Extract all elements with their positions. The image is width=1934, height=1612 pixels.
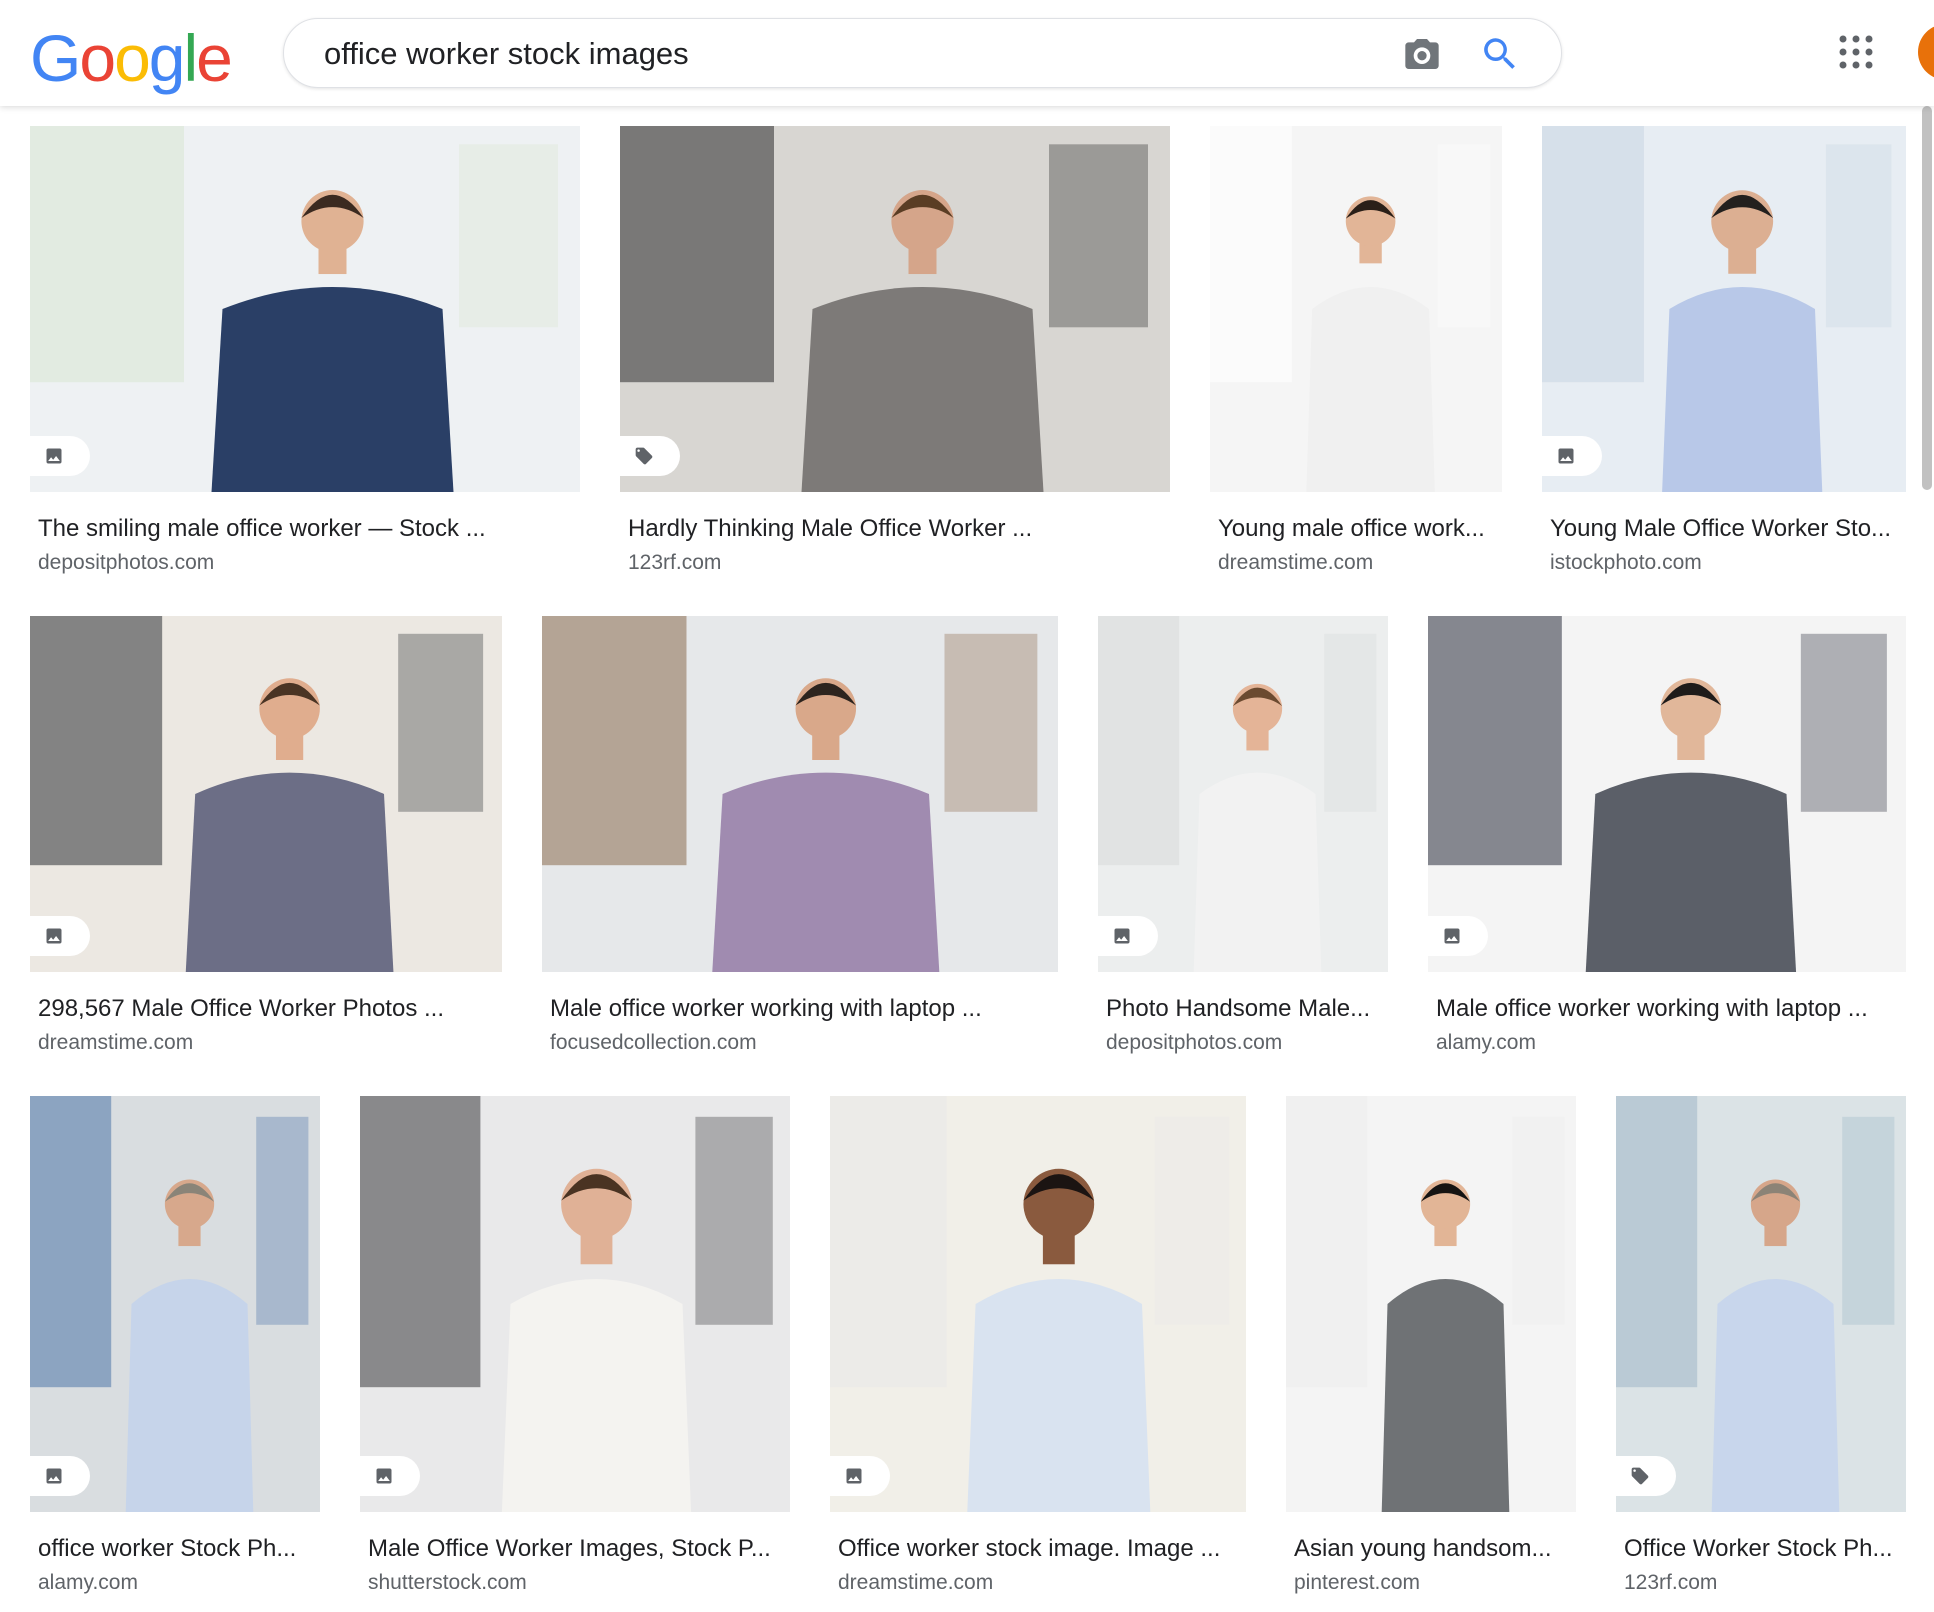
search-box [283,18,1562,88]
image-result[interactable]: Office Worker Stock Ph... 123rf.com [1616,1096,1906,1612]
image-result[interactable]: Asian young handsom... pinterest.com [1286,1096,1576,1612]
logo-letter: g [148,21,186,95]
tag-icon [620,436,680,476]
result-domain[interactable]: dreamstime.com [38,1030,193,1056]
result-title[interactable]: The smiling male office worker — Stock .… [38,514,580,544]
result-domain[interactable]: istockphoto.com [1550,550,1702,576]
image-result[interactable]: The smiling male office worker — Stock .… [30,126,580,616]
result-domain[interactable]: alamy.com [38,1570,138,1596]
result-title[interactable]: Young Male Office Worker Sto... [1550,514,1906,544]
result-thumbnail[interactable] [620,126,1170,492]
result-title[interactable]: Photo Handsome Male... [1106,994,1388,1024]
result-title[interactable]: Male office worker working with laptop .… [1436,994,1906,1024]
image-result[interactable]: 298,567 Male Office Worker Photos ... dre… [30,616,502,1096]
result-domain[interactable]: alamy.com [1436,1030,1536,1056]
result-thumbnail[interactable] [30,1096,320,1512]
result-thumbnail[interactable] [830,1096,1246,1512]
result-title[interactable]: Hardly Thinking Male Office Worker ... [628,514,1170,544]
search-input[interactable] [324,33,1324,75]
logo-letter: o [114,21,151,95]
image-result[interactable]: Male Office Worker Images, Stock P... shu… [360,1096,790,1612]
image-icon [1098,916,1158,956]
image-icon [30,1456,90,1496]
logo-letter: o [79,21,116,95]
result-domain[interactable]: 123rf.com [1624,1570,1717,1596]
image-result[interactable]: Male office worker working with laptop .… [542,616,1058,1096]
result-thumbnail[interactable] [1616,1096,1906,1512]
result-domain[interactable]: dreamstime.com [838,1570,993,1596]
result-thumbnail[interactable] [1286,1096,1576,1512]
result-title[interactable]: Male Office Worker Images, Stock P... [368,1534,790,1564]
avatar[interactable] [1918,24,1934,80]
logo-letter: G [30,21,81,95]
image-icon [360,1456,420,1496]
image-icon [30,916,90,956]
logo-letter: l [183,21,199,95]
result-domain[interactable]: shutterstock.com [368,1570,527,1596]
image-icon [1542,436,1602,476]
logo-letter: e [196,21,233,95]
search-icon[interactable] [1479,33,1521,75]
result-thumbnail[interactable] [1428,616,1906,972]
result-title[interactable]: Office worker stock image. Image ... [838,1534,1246,1564]
result-title[interactable]: Male office worker working with laptop .… [550,994,1058,1024]
result-thumbnail[interactable] [1542,126,1906,492]
image-result[interactable]: office worker Stock Ph... alamy.com [30,1096,320,1612]
result-thumbnail[interactable] [1210,126,1502,492]
result-title[interactable]: Office Worker Stock Ph... [1624,1534,1906,1564]
image-icon [1428,916,1488,956]
result-domain[interactable]: 123rf.com [628,550,721,576]
image-icon [830,1456,890,1496]
apps-grid-icon[interactable] [1838,34,1874,70]
camera-icon[interactable] [1402,34,1442,74]
result-domain[interactable]: pinterest.com [1294,1570,1420,1596]
result-thumbnail[interactable] [30,616,502,972]
image-result[interactable]: Office worker stock image. Image ... drea… [830,1096,1246,1612]
google-logo[interactable]: Google [30,18,233,98]
image-result[interactable]: Young male office work... dreamstime.com [1210,126,1502,616]
image-result[interactable]: Hardly Thinking Male Office Worker ... 12… [620,126,1170,616]
result-domain[interactable]: depositphotos.com [38,550,214,576]
result-title[interactable]: office worker Stock Ph... [38,1534,320,1564]
result-title[interactable]: 298,567 Male Office Worker Photos ... [38,994,502,1024]
result-domain[interactable]: depositphotos.com [1106,1030,1282,1056]
image-icon [30,436,90,476]
result-title[interactable]: Young male office work... [1218,514,1502,544]
tag-icon [1616,1456,1676,1496]
result-domain[interactable]: focusedcollection.com [550,1030,757,1056]
result-thumbnail[interactable] [360,1096,790,1512]
result-thumbnail[interactable] [30,126,580,492]
result-title[interactable]: Asian young handsom... [1294,1534,1576,1564]
result-thumbnail[interactable] [542,616,1058,972]
image-result[interactable]: Male office worker working with laptop .… [1428,616,1906,1096]
image-result[interactable]: Photo Handsome Male... depositphotos.com [1098,616,1388,1096]
scrollbar[interactable] [1922,106,1932,490]
search-header: Google [0,0,1934,106]
result-domain[interactable]: dreamstime.com [1218,550,1373,576]
image-result[interactable]: Young Male Office Worker Sto... istockpho… [1542,126,1906,616]
